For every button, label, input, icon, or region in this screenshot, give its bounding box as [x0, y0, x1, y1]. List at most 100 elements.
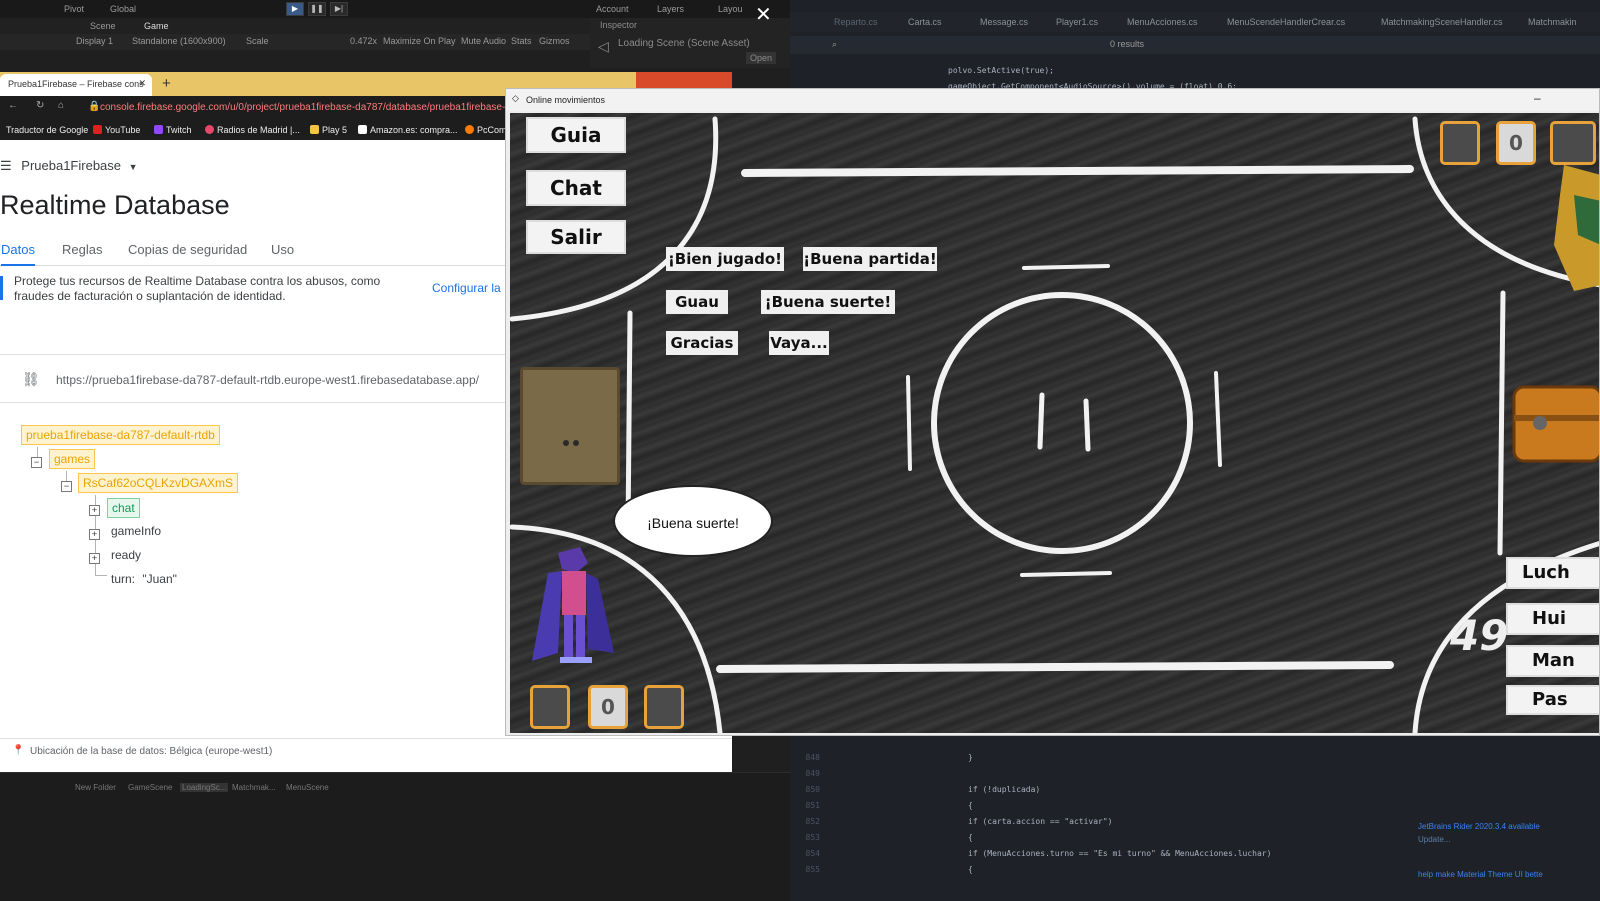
collapse-icon[interactable]: − — [31, 457, 42, 468]
chat-button[interactable]: Chat — [528, 172, 624, 204]
line-number: 850 — [805, 785, 820, 794]
home-icon[interactable]: ⌂ — [58, 100, 64, 111]
bookmark[interactable]: PcCom — [465, 125, 507, 135]
project-folder[interactable]: GameScene — [128, 783, 172, 792]
quick-chat-gracias[interactable]: Gracias — [666, 331, 738, 355]
editor-tab[interactable]: Reparto.cs — [834, 17, 878, 27]
pasar-button[interactable]: Pas — [1508, 687, 1599, 713]
editor-tab[interactable]: MatchmakingSceneHandler.cs — [1381, 17, 1503, 27]
pause-button[interactable]: ❚❚ — [308, 2, 326, 16]
menu-icon[interactable]: ☰ — [0, 158, 12, 173]
tree-node-game-id[interactable]: RsCaf62oCQLKzvDGAXmS — [78, 473, 239, 493]
bookmark[interactable]: Play 5 — [310, 125, 347, 135]
line-number: 853 — [805, 833, 820, 842]
global-button[interactable]: Global — [110, 4, 136, 14]
layers-dropdown[interactable]: Layers — [657, 4, 684, 14]
layout-dropdown[interactable]: Layou — [718, 4, 743, 14]
mano-button[interactable]: Man — [1508, 647, 1599, 675]
tab-inspector[interactable]: Inspector — [600, 20, 637, 30]
tab-scene[interactable]: Scene — [90, 21, 116, 31]
expand-icon[interactable]: + — [89, 553, 100, 564]
quick-chat-buena-suerte[interactable]: ¡Buena suerte! — [761, 290, 895, 314]
search-results-count: 0 results — [1110, 39, 1145, 49]
resolution-select[interactable]: Standalone (1600x900) — [132, 36, 226, 46]
expand-icon[interactable]: + — [89, 529, 100, 540]
code-line: if (carta.accion == "activar") — [968, 817, 1113, 826]
player-card-slot[interactable] — [530, 685, 570, 729]
tree-root-node[interactable]: prueba1firebase-da787-default-rtdb — [21, 425, 220, 445]
player-card-slot[interactable] — [644, 685, 684, 729]
close-icon[interactable]: ✕ — [755, 2, 772, 27]
project-folder[interactable]: New Folder — [75, 783, 116, 792]
tree-connector — [95, 575, 107, 576]
tab-uso[interactable]: Uso — [271, 242, 294, 257]
tree-node-ready[interactable]: ready — [107, 546, 145, 564]
project-folder[interactable]: LoadingSc... — [180, 783, 229, 792]
address-bar[interactable]: console.firebase.google.com/u/0/project/… — [100, 102, 511, 113]
treasure-chest-icon[interactable] — [1510, 379, 1600, 465]
code-line: polvo.SetActive(true); — [948, 66, 1054, 75]
opponent-card-slot[interactable] — [1440, 121, 1480, 165]
tab-game[interactable]: Game — [144, 21, 169, 31]
collapse-icon[interactable]: − — [61, 481, 72, 492]
editor-tab[interactable]: Matchmakin — [1528, 17, 1577, 27]
window-title: Online movimientos — [526, 95, 606, 105]
tab-reglas[interactable]: Reglas — [62, 242, 102, 257]
bookmark[interactable]: Traductor de Google — [6, 125, 88, 135]
editor-tab[interactable]: Carta.cs — [908, 17, 942, 27]
browser-tab[interactable]: Prueba1Firebase – Firebase cons ✕ — [0, 74, 152, 96]
guia-button[interactable]: Guia — [528, 119, 624, 151]
tab-copias[interactable]: Copias de seguridad — [128, 242, 247, 257]
project-folder[interactable]: Matchmak... — [232, 783, 276, 792]
project-folder[interactable]: MenuScene — [286, 783, 329, 792]
tree-node-gameinfo[interactable]: gameInfo — [107, 522, 165, 540]
folder-icon — [310, 125, 319, 134]
db-url[interactable]: https://prueba1firebase-da787-default-rt… — [56, 373, 479, 387]
editor-tab[interactable]: Message.cs — [980, 17, 1028, 27]
gizmos-dropdown[interactable]: Gizmos — [539, 36, 570, 46]
minimize-icon[interactable]: – — [1534, 91, 1541, 105]
tree-node-games[interactable]: games — [49, 449, 96, 469]
quick-chat-guau[interactable]: Guau — [666, 290, 728, 314]
quick-chat-bien-jugado[interactable]: ¡Bien jugado! — [666, 247, 784, 271]
update-link[interactable]: Update... — [1418, 833, 1600, 846]
play-button[interactable]: ▶ — [286, 2, 304, 16]
speech-bubble: ¡Buena suerte! — [613, 485, 773, 557]
player-character-icon — [532, 547, 614, 663]
display-select[interactable]: Display 1 — [76, 36, 113, 46]
account-dropdown[interactable]: Account — [596, 4, 629, 14]
close-tab-icon[interactable]: ✕ — [138, 78, 146, 89]
expand-icon[interactable]: + — [89, 505, 100, 516]
tree-node-chat[interactable]: chat — [107, 498, 140, 518]
amazon-icon — [358, 125, 367, 134]
project-selector[interactable]: ☰ Prueba1Firebase ▼ — [0, 158, 138, 174]
game-title-bar: ◇ Online movimientos – — [506, 89, 1599, 111]
editor-tab[interactable]: MenuScendeHandlerCrear.cs — [1227, 17, 1345, 27]
reload-icon[interactable]: ↻ — [36, 100, 44, 111]
tree-leaf-turn[interactable]: turn: "Juan" — [107, 570, 181, 588]
editor-tab[interactable]: Player1.cs — [1056, 17, 1098, 27]
bookmark[interactable]: Twitch — [154, 125, 192, 135]
editor-tab[interactable]: MenuAcciones.cs — [1127, 17, 1198, 27]
opponent-card-slot[interactable] — [1550, 121, 1596, 165]
huir-button[interactable]: Hui — [1508, 605, 1599, 633]
editor-tab-strip: Reparto.cs Carta.cs Message.cs Player1.c… — [790, 12, 1600, 32]
quick-chat-vaya[interactable]: Vaya... — [769, 331, 829, 355]
door-icon[interactable] — [520, 367, 620, 485]
step-button[interactable]: ▶| — [330, 2, 348, 16]
bookmark[interactable]: Amazon.es: compra... — [358, 125, 458, 135]
maximize-toggle[interactable]: Maximize On Play — [383, 36, 456, 46]
luchar-button[interactable]: Luch — [1508, 559, 1599, 587]
tab-datos[interactable]: Datos — [1, 242, 35, 266]
quick-chat-buena-partida[interactable]: ¡Buena partida! — [803, 247, 937, 271]
salir-button[interactable]: Salir — [528, 222, 624, 252]
mute-toggle[interactable]: Mute Audio — [461, 36, 506, 46]
open-button[interactable]: Open — [746, 52, 777, 64]
pivot-button[interactable]: Pivot — [64, 4, 84, 14]
bookmark[interactable]: Radios de Madrid |... — [205, 125, 300, 135]
bookmark[interactable]: YouTube — [93, 125, 140, 135]
new-tab-button[interactable]: + — [162, 75, 171, 92]
stats-toggle[interactable]: Stats — [511, 36, 532, 46]
back-icon[interactable]: ← — [8, 100, 18, 111]
configure-link[interactable]: Configurar la — [432, 281, 501, 296]
